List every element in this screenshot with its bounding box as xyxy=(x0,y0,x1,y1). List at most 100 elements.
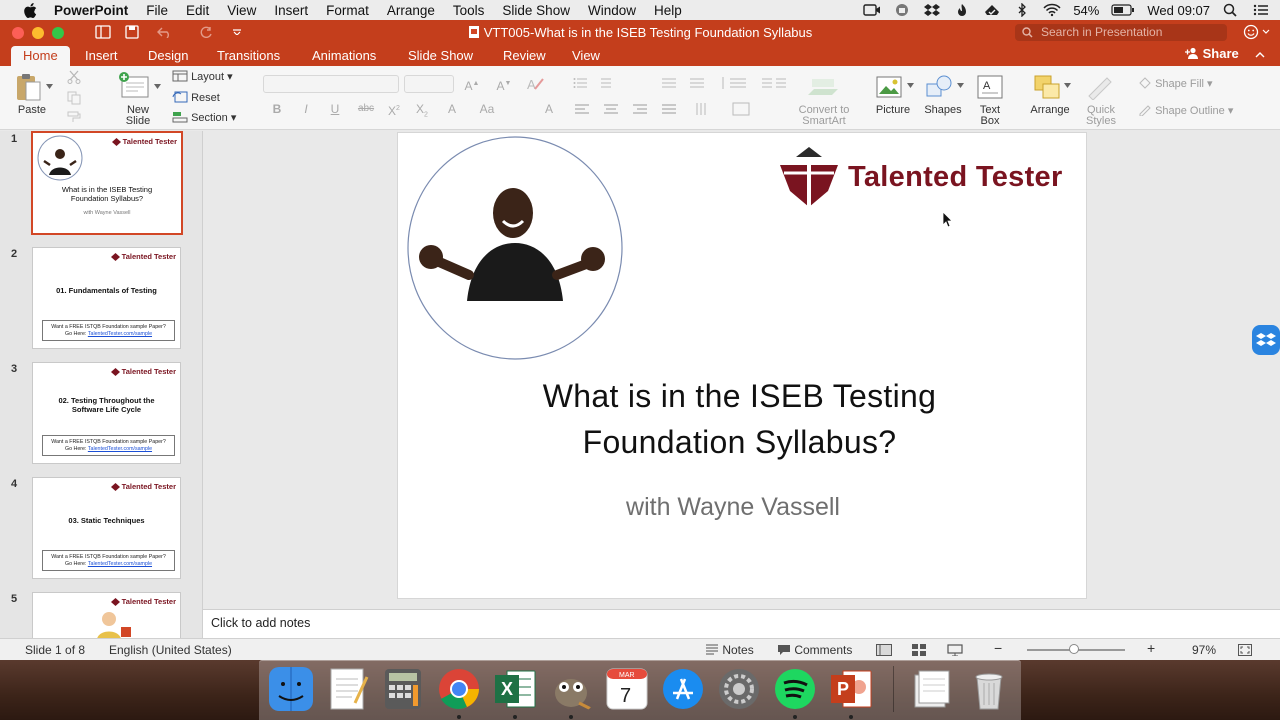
smartart-icon[interactable] xyxy=(806,75,840,101)
slide-thumbnail-2[interactable]: Talented Tester 01. Fundamentals of Test… xyxy=(32,247,181,349)
tab-insert[interactable]: Insert xyxy=(85,46,118,68)
subscript-button[interactable]: X2 xyxy=(413,101,431,118)
copy-icon[interactable] xyxy=(67,91,81,105)
remote-icon[interactable] xyxy=(893,3,911,17)
slide-thumbnail-3[interactable]: Talented Tester 02. Testing Throughout t… xyxy=(32,362,181,464)
flame-icon[interactable] xyxy=(953,3,971,17)
powerpoint-icon[interactable]: P xyxy=(829,667,873,711)
section-button[interactable]: Section ▾ xyxy=(172,111,236,124)
text-direction-icon[interactable] xyxy=(694,101,724,117)
menu-window[interactable]: Window xyxy=(588,3,636,18)
shapes-dropdown-icon[interactable] xyxy=(957,83,964,88)
smiley-feedback-icon[interactable] xyxy=(1243,24,1259,40)
arrange-icon[interactable] xyxy=(1033,74,1063,100)
textedit-icon[interactable] xyxy=(325,667,369,711)
slide-subtitle[interactable]: with Wayne Vassell xyxy=(398,493,1068,522)
share-button[interactable]: Share xyxy=(1185,46,1239,61)
slide-thumbnail-4[interactable]: Talented Tester 03. Static Techniques Wa… xyxy=(32,477,181,579)
shape-fill-button[interactable]: Shape Fill ▾ xyxy=(1138,77,1213,90)
gimp-icon[interactable] xyxy=(549,667,593,711)
wifi-icon[interactable] xyxy=(1043,3,1061,17)
tab-review[interactable]: Review xyxy=(503,46,546,68)
spotify-icon[interactable] xyxy=(773,667,817,711)
dropbox-badge-icon[interactable] xyxy=(1252,325,1280,355)
finder-icon[interactable] xyxy=(269,667,313,711)
slide-thumbnail-5[interactable]: Talented Tester xyxy=(32,592,181,638)
picture-icon[interactable] xyxy=(876,75,904,99)
sync-icon[interactable] xyxy=(983,3,1001,17)
talented-tester-logo[interactable]: Talented Tester xyxy=(778,147,1063,207)
notes-input[interactable]: Click to add notes xyxy=(203,609,1280,638)
trash-icon[interactable] xyxy=(967,667,1011,711)
search-presentation-input[interactable]: Search in Presentation xyxy=(1015,24,1227,41)
chrome-icon[interactable] xyxy=(437,667,481,711)
character-spacing-button[interactable]: A xyxy=(443,101,461,117)
change-case-button[interactable]: Aa xyxy=(478,101,496,117)
text-box-icon[interactable]: A xyxy=(976,74,1004,100)
alignment-icons[interactable] xyxy=(573,103,693,117)
menu-help[interactable]: Help xyxy=(654,3,682,18)
paste-icon[interactable] xyxy=(13,71,45,103)
menu-arrange[interactable]: Arrange xyxy=(387,3,435,18)
quick-styles-icon[interactable] xyxy=(1085,74,1117,100)
fit-to-window-icon[interactable] xyxy=(1238,644,1252,656)
screen-record-icon[interactable] xyxy=(863,3,881,17)
collapse-ribbon-icon[interactable] xyxy=(1255,51,1265,58)
reset-button[interactable]: Reset xyxy=(172,91,220,104)
menu-file[interactable]: File xyxy=(146,3,168,18)
normal-view-icon[interactable] xyxy=(876,644,892,656)
italic-button[interactable]: I xyxy=(297,101,315,117)
feedback-chevron-icon[interactable] xyxy=(1262,29,1270,35)
indent-icon[interactable] xyxy=(656,76,710,90)
calendar-icon[interactable]: MAR 7 xyxy=(605,667,649,711)
zoom-level[interactable]: 97% xyxy=(1192,643,1216,657)
zoom-out-button[interactable]: − xyxy=(994,640,1002,656)
app-store-icon[interactable] xyxy=(661,667,705,711)
slide-thumbnail-1[interactable]: Talented Tester What is in the ISEB Test… xyxy=(31,131,183,235)
cta-link[interactable]: TalentedTester.com/sample xyxy=(88,446,152,452)
spotlight-search-icon[interactable] xyxy=(1222,3,1240,17)
tab-transitions[interactable]: Transitions xyxy=(217,46,280,68)
slide-1-editor[interactable]: Talented Tester What is in the ISEB Test… xyxy=(397,132,1087,599)
font-name-field[interactable] xyxy=(263,75,399,93)
underline-button[interactable]: U xyxy=(326,101,344,117)
tab-design[interactable]: Design xyxy=(148,46,188,68)
slide-sorter-icon[interactable] xyxy=(912,644,926,656)
superscript-button[interactable]: X2 xyxy=(385,101,403,118)
dropbox-icon[interactable] xyxy=(923,3,941,17)
zoom-in-button[interactable]: + xyxy=(1147,640,1155,656)
bluetooth-icon[interactable] xyxy=(1013,3,1031,17)
bullets-numbering-icon[interactable] xyxy=(573,76,643,90)
menu-tools[interactable]: Tools xyxy=(453,3,485,18)
reading-view-icon[interactable] xyxy=(947,644,963,656)
tab-home[interactable]: Home xyxy=(11,46,70,68)
apple-icon[interactable] xyxy=(20,0,40,20)
menu-format[interactable]: Format xyxy=(326,3,369,18)
cta-link[interactable]: TalentedTester.com/sample xyxy=(88,331,152,337)
align-text-icon[interactable] xyxy=(730,101,760,117)
line-spacing-icon[interactable] xyxy=(720,76,754,90)
language-indicator[interactable]: English (United States) xyxy=(109,643,232,657)
slide-title[interactable]: What is in the ISEB Testing Foundation S… xyxy=(398,373,1081,465)
layout-button[interactable]: Layout ▾ xyxy=(172,70,233,83)
zoom-slider-handle[interactable] xyxy=(1069,644,1079,654)
battery-icon[interactable] xyxy=(1111,3,1135,17)
picture-dropdown-icon[interactable] xyxy=(907,83,914,88)
menu-edit[interactable]: Edit xyxy=(186,3,209,18)
new-slide-icon[interactable] xyxy=(118,71,152,101)
shape-outline-button[interactable]: Shape Outline ▾ xyxy=(1138,104,1233,117)
notification-center-icon[interactable] xyxy=(1252,3,1270,17)
menu-app-name[interactable]: PowerPoint xyxy=(54,3,128,18)
excel-icon[interactable]: X xyxy=(493,667,537,711)
decrease-font-size-button[interactable]: A▼ xyxy=(494,76,514,93)
font-size-field[interactable] xyxy=(404,75,454,93)
tab-view[interactable]: View xyxy=(572,46,600,68)
notes-toggle-button[interactable]: Notes xyxy=(705,643,754,657)
comments-toggle-button[interactable]: Comments xyxy=(777,643,852,657)
cta-link[interactable]: TalentedTester.com/sample xyxy=(88,561,152,567)
paste-dropdown-icon[interactable] xyxy=(46,84,53,89)
documents-stack-icon[interactable] xyxy=(909,667,953,711)
arrange-dropdown-icon[interactable] xyxy=(1064,83,1071,88)
bold-button[interactable]: B xyxy=(268,101,286,117)
speaker-photo[interactable] xyxy=(407,135,625,361)
